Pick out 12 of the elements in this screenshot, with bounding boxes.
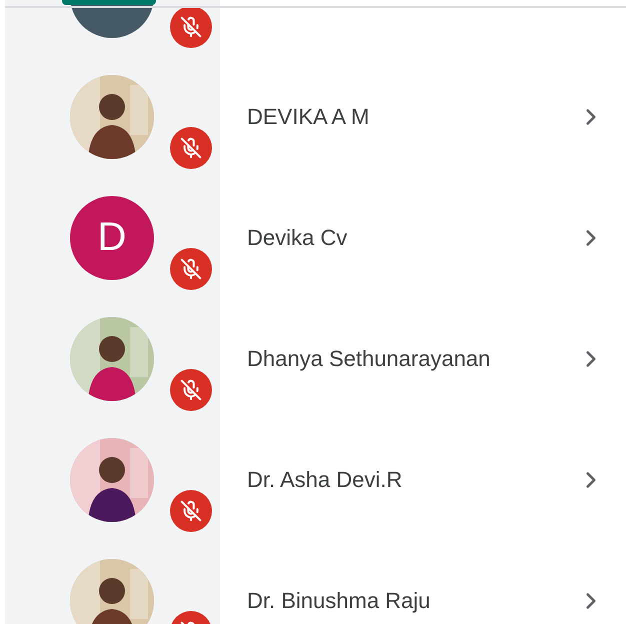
- tab-indicator[interactable]: [62, 0, 156, 5]
- participant-row[interactable]: Devika Cv: [220, 177, 626, 298]
- participant-name: Dhanya Sethunarayanan: [247, 346, 492, 372]
- participant-name: Dr. Binushma Raju: [247, 588, 432, 614]
- participant-name: Dr. Asha Devi.R: [247, 466, 404, 492]
- participant-row[interactable]: DEVIKA A M: [220, 56, 626, 177]
- participant-name: Devika Cv: [247, 224, 348, 250]
- participant-row[interactable]: Dhanya Sethunarayanan: [220, 298, 626, 419]
- avatar: D: [70, 196, 154, 280]
- participant-name: DEVIKA A M: [247, 104, 370, 130]
- participant-row[interactable]: Dr. Asha Devi.R: [220, 419, 626, 540]
- participant-row[interactable]: Dr. Binushma Raju: [220, 540, 626, 624]
